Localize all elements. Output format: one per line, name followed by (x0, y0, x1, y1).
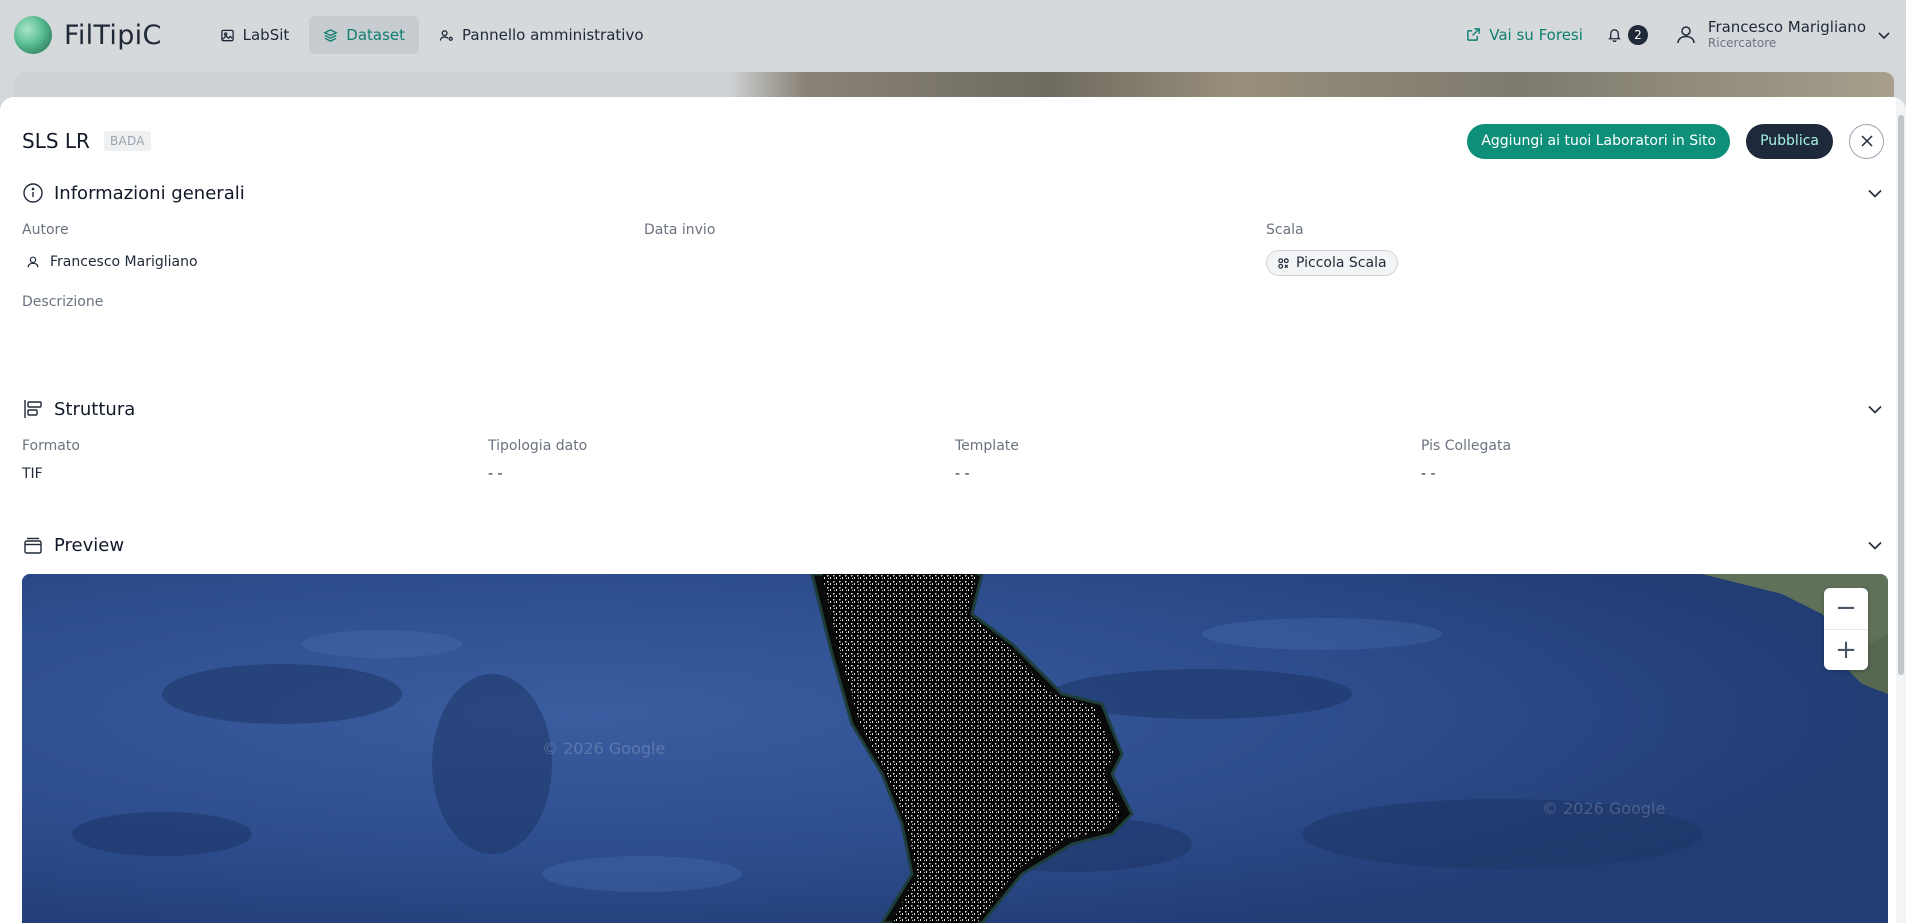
zoom-in-button[interactable]: + (1824, 628, 1868, 671)
logo-icon (14, 16, 52, 54)
nav-item-label: LabSit (242, 26, 290, 44)
author-value: Francesco Marigliano (26, 254, 198, 270)
map-satellite-layer (22, 574, 1888, 923)
map-preview[interactable]: © 2026 Google © 2026 Google − + (22, 574, 1888, 923)
user-name: Francesco Marigliano (1707, 18, 1866, 37)
bell-icon (1608, 29, 1621, 43)
user-settings-icon (439, 29, 453, 41)
external-link-foresi[interactable]: Vai su Foresi (1466, 26, 1583, 44)
external-link-icon (1467, 28, 1481, 42)
dataset-detail-panel: SLS LR BADA Aggiungi ai tuoi Laboratori … (0, 97, 1906, 923)
layers-icon (323, 28, 338, 42)
dataset-title: SLS LR (22, 129, 90, 153)
user-info: Francesco Marigliano Ricercatore (1708, 19, 1866, 50)
scale-chip: Piccola Scala (1266, 250, 1398, 276)
nav-item-dataset[interactable]: Dataset (309, 16, 420, 54)
image-icon (220, 29, 234, 41)
chevron-down-icon (1868, 405, 1882, 414)
user-role: Ricercatore (1707, 35, 1777, 50)
section-structure-header[interactable]: Struttura (22, 395, 1884, 423)
user-avatar-icon (1677, 26, 1695, 44)
template-label: Template (955, 438, 1019, 454)
scale-icon (1278, 257, 1289, 269)
top-navigation-bar: FilTipiC LabSit Dataset Pannello amminis… (0, 0, 1906, 70)
topbar-actions: Vai su Foresi 2 Francesco Marigliano Ric… (1466, 19, 1892, 50)
user-icon (27, 256, 39, 268)
structure-icon (24, 400, 42, 418)
template-value: - - (955, 466, 970, 482)
format-value: TIF (22, 466, 43, 482)
external-link-label: Vai su Foresi (1489, 25, 1583, 44)
section-preview-header[interactable]: Preview (22, 531, 1884, 559)
nav-item-label: Dataset (346, 26, 406, 44)
main-nav: LabSit Dataset Pannello amministrativo (206, 16, 658, 54)
map-watermark: © 2026 Google (1542, 799, 1666, 818)
nav-item-admin-panel[interactable]: Pannello amministrativo (425, 16, 658, 54)
app-name: FilTipiC (64, 19, 162, 51)
chevron-down-icon (1878, 32, 1890, 40)
format-label: Formato (22, 438, 80, 454)
close-icon (1860, 135, 1873, 147)
header-actions: Aggiungi ai tuoi Laboratori in Sito Pubb… (1467, 123, 1884, 159)
data-type-value: - - (488, 466, 503, 482)
linked-pis-value: - - (1421, 466, 1436, 482)
description-label: Descrizione (22, 294, 104, 310)
map-watermark: © 2026 Google (542, 739, 666, 758)
notifications-button[interactable]: 2 (1607, 24, 1648, 45)
chevron-down-icon (1868, 189, 1882, 198)
section-general-info-header[interactable]: Informazioni generali (22, 179, 1884, 207)
app-logo[interactable]: FilTipiC (14, 16, 162, 54)
info-icon (23, 183, 43, 203)
user-menu[interactable]: Francesco Marigliano Ricercatore (1674, 19, 1892, 50)
section-title: Informazioni generali (54, 182, 245, 204)
zoom-out-button[interactable]: − (1824, 588, 1868, 629)
publish-button[interactable]: Pubblica (1746, 123, 1833, 159)
section-title: Preview (54, 534, 125, 556)
add-to-labs-button[interactable]: Aggiungi ai tuoi Laboratori in Sito (1467, 123, 1731, 159)
panel-scrollbar[interactable] (1896, 97, 1906, 923)
close-button[interactable] (1849, 123, 1884, 159)
window-stack-icon (24, 537, 42, 554)
scrollbar-thumb[interactable] (1898, 115, 1904, 675)
nav-item-labsit[interactable]: LabSit (206, 16, 304, 54)
map-zoom-controls: − + (1824, 588, 1868, 670)
chevron-down-icon (1868, 541, 1882, 550)
section-title: Struttura (54, 398, 136, 420)
notifications-count-badge: 2 (1627, 24, 1648, 45)
dataset-tag: BADA (103, 131, 151, 151)
scale-value: Piccola Scala (1296, 255, 1387, 271)
data-type-label: Tipologia dato (488, 438, 588, 454)
scale-label: Scala (1266, 222, 1304, 238)
author-label: Autore (22, 222, 69, 238)
date-label: Data invio (644, 222, 716, 238)
panel-header: SLS LR BADA Aggiungi ai tuoi Laboratori … (22, 121, 1884, 161)
linked-pis-label: Pis Collegata (1421, 438, 1512, 454)
author-name: Francesco Marigliano (50, 254, 198, 270)
nav-item-label: Pannello amministrativo (462, 26, 644, 44)
